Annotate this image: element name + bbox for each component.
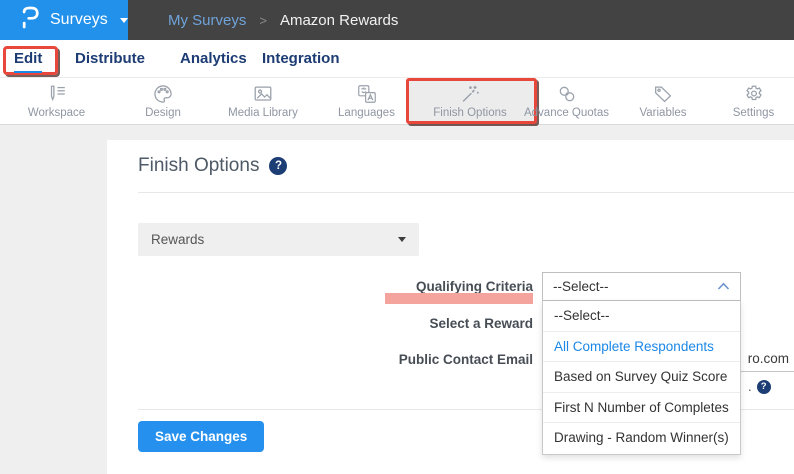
chevron-up-icon: [717, 278, 730, 296]
toolbar-item-languages-label: Languages: [338, 107, 395, 119]
edit-toolbar: Workspace Design Media Library Languages…: [0, 77, 794, 125]
toolbar-item-finish-options[interactable]: Finish Options: [420, 78, 520, 124]
surveys-menu-label: Surveys: [50, 11, 108, 28]
variables-icon: [652, 83, 674, 105]
save-changes-button[interactable]: Save Changes: [138, 421, 265, 452]
toolbar-item-languages[interactable]: Languages: [313, 78, 420, 124]
toolbar-item-media-library-label: Media Library: [228, 107, 298, 119]
toolbar-item-variables-label: Variables: [639, 107, 687, 119]
design-icon: [152, 83, 174, 105]
nav-tab-distribute-label: Distribute: [75, 50, 146, 67]
advance-quotas-icon: [556, 83, 578, 105]
finish-mode-value: Rewards: [151, 232, 205, 247]
nav-tab-integration-label: Integration: [262, 50, 340, 67]
settings-icon: [743, 83, 765, 105]
qualifying-criteria-dropdown: --Select-- --Select-- All Complete Respo…: [542, 272, 741, 455]
qualifying-criteria-value: --Select--: [553, 279, 609, 294]
page-title: Finish Options: [138, 155, 260, 176]
nav-tab-analytics[interactable]: Analytics: [180, 40, 247, 77]
surveys-product-menu[interactable]: Surveys: [0, 0, 128, 40]
qualifying-criteria-options-list: --Select-- All Complete Respondents Base…: [542, 301, 741, 455]
qualifying-criteria-label: Qualifying Criteria: [415, 279, 533, 294]
email-visible-fragment: ro.com: [747, 351, 789, 366]
breadcrumb-current-survey: Amazon Rewards: [279, 11, 399, 29]
languages-icon: [356, 83, 378, 105]
breadcrumb-my-surveys[interactable]: My Surveys: [168, 12, 246, 29]
email-helper-fragment: .: [748, 379, 752, 394]
top-bar: Surveys My Surveys > Amazon Rewards: [0, 0, 794, 40]
toolbar-item-workspace[interactable]: Workspace: [0, 78, 113, 124]
toolbar-item-settings[interactable]: Settings: [713, 78, 794, 124]
option-all-complete-respondents[interactable]: All Complete Respondents: [543, 332, 740, 362]
toolbar-item-design-label: Design: [145, 107, 181, 119]
qualifying-criteria-highlight: [385, 293, 533, 304]
toolbar-item-variables[interactable]: Variables: [613, 78, 713, 124]
questionpro-logo-icon: [20, 5, 40, 35]
finish-options-icon: [459, 83, 481, 105]
help-icon[interactable]: ?: [269, 157, 288, 175]
toolbar-item-design[interactable]: Design: [113, 78, 213, 124]
media-library-icon: [252, 83, 274, 105]
breadcrumb: My Surveys > Amazon Rewards: [128, 0, 794, 40]
select-a-reward-label: Select a Reward: [429, 316, 533, 331]
toolbar-item-settings-label: Settings: [732, 107, 775, 119]
toolbar-item-finish-options-label: Finish Options: [433, 107, 507, 119]
nav-tab-edit[interactable]: Edit: [14, 40, 43, 77]
email-helper-row: . ?: [748, 379, 771, 394]
primary-nav: Edit Distribute Analytics Integration: [0, 40, 794, 77]
toolbar-item-advance-quotas[interactable]: Advance Quotas: [520, 78, 613, 124]
email-help-icon[interactable]: ?: [756, 379, 771, 394]
breadcrumb-separator: >: [259, 12, 267, 28]
chevron-down-icon: [119, 17, 128, 23]
app-window: Surveys My Surveys > Amazon Rewards Edit…: [0, 0, 794, 474]
option-based-on-survey-quiz-score[interactable]: Based on Survey Quiz Score: [543, 362, 740, 393]
nav-tab-analytics-label: Analytics: [180, 50, 247, 67]
finish-mode-select[interactable]: Rewards: [138, 223, 419, 256]
toolbar-item-media-library[interactable]: Media Library: [213, 78, 313, 124]
option-select[interactable]: --Select--: [543, 301, 740, 332]
qualifying-criteria-select[interactable]: --Select--: [542, 272, 741, 301]
caret-down-icon: [398, 237, 406, 242]
finish-options-panel: Finish Options ? Rewards Qualifying Crit…: [107, 140, 794, 474]
toolbar-item-advance-quotas-label: Advance Quotas: [523, 107, 610, 119]
option-drawing-random-winners[interactable]: Drawing - Random Winner(s): [543, 423, 740, 454]
public-contact-email-label: Public Contact Email: [398, 352, 533, 367]
nav-tab-distribute[interactable]: Distribute: [75, 40, 145, 77]
workspace-icon: [46, 83, 68, 105]
nav-tab-edit-label: Edit: [14, 50, 43, 73]
option-first-n-number-of-completes[interactable]: First N Number of Completes: [543, 393, 740, 423]
divider: [138, 192, 794, 193]
nav-tab-integration[interactable]: Integration: [262, 40, 340, 77]
toolbar-item-workspace-label: Workspace: [27, 107, 86, 119]
